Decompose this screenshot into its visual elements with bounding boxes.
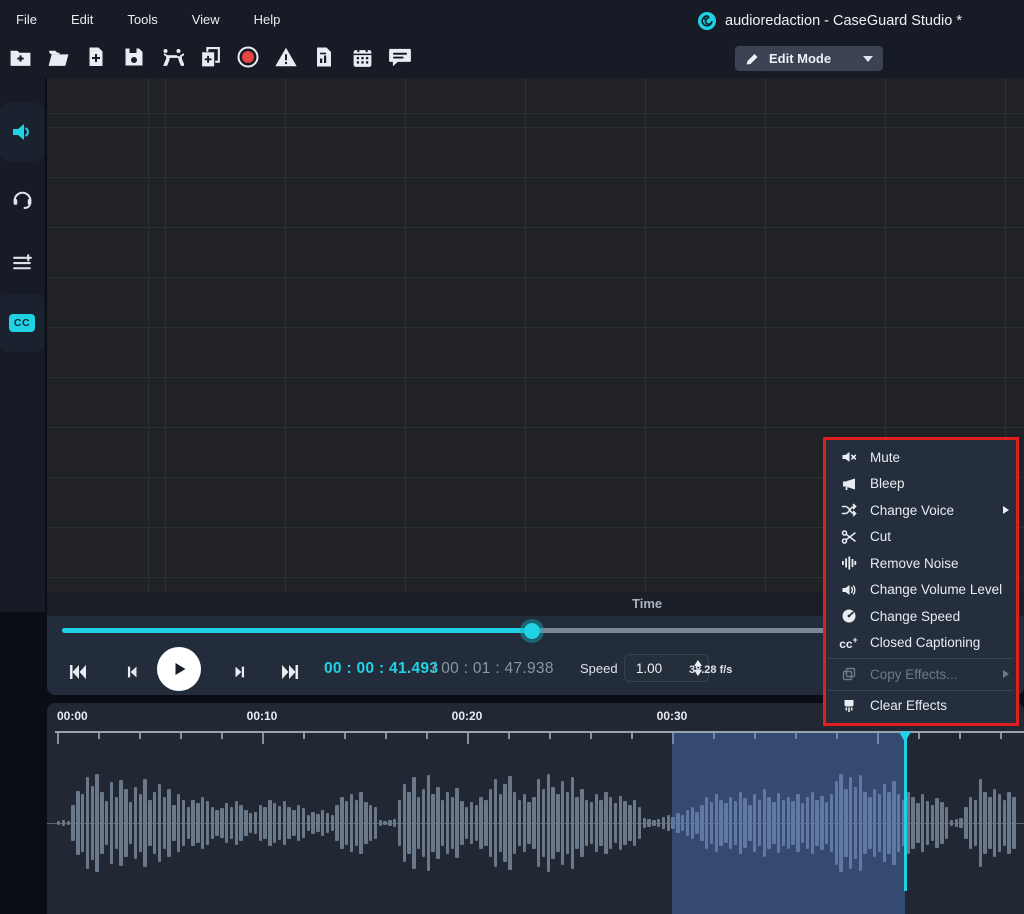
menu-item-label: Remove Noise [870, 556, 959, 571]
menu-item-label: Bleep [870, 476, 905, 491]
save-icon[interactable] [122, 44, 146, 70]
playhead-marker[interactable] [899, 732, 911, 742]
menu-item-label: Copy Effects... [870, 667, 958, 682]
headset-icon [11, 187, 34, 210]
warning-icon[interactable] [274, 44, 298, 70]
submenu-arrow-icon [1003, 506, 1009, 514]
brush-icon [840, 698, 857, 714]
sidebar-item-audio[interactable] [0, 103, 44, 161]
gauge-icon [840, 608, 857, 624]
ruler-label: 00:30 [657, 709, 688, 723]
timeline-selection [672, 733, 905, 914]
skip-start-button[interactable] [61, 652, 95, 692]
menu-item-closed-captioning[interactable]: cc+ Closed Captioning [826, 630, 1016, 657]
menu-tools[interactable]: Tools [127, 12, 157, 27]
change-voice-icon [840, 502, 857, 518]
report-icon[interactable] [312, 44, 336, 70]
edit-mode-dropdown[interactable]: Edit Mode [735, 46, 883, 71]
volume-icon [840, 582, 857, 598]
waveform-timeline[interactable]: 00:00 00:10 00:20 00:30 [47, 703, 1024, 914]
open-folder-icon[interactable] [46, 44, 70, 70]
menu-item-label: Change Voice [870, 503, 954, 518]
menubar: File Edit Tools View Help [16, 12, 280, 27]
remove-noise-icon [840, 555, 857, 571]
ruler-label: 00:20 [452, 709, 483, 723]
next-frame-button[interactable] [225, 652, 255, 692]
speed-label: Speed [580, 661, 618, 676]
menu-view[interactable]: View [192, 12, 220, 27]
seek-handle[interactable] [524, 623, 540, 639]
menu-item-label: Cut [870, 529, 891, 544]
framerate-label: 38.28 f/s [689, 664, 732, 676]
window-title-box: audioredaction - CaseGuard Studio * [697, 11, 962, 31]
import-copy-icon[interactable] [198, 44, 222, 70]
playlist-icon [11, 251, 34, 274]
prev-frame-button[interactable] [117, 652, 147, 692]
menu-item-change-speed[interactable]: Change Speed [826, 603, 1016, 630]
effects-context-menu: Mute Bleep Change Voice Cut Remove Noise… [823, 437, 1019, 726]
sidebar-item-listen[interactable] [0, 178, 44, 218]
sidebar-item-captions[interactable]: CC [0, 294, 44, 352]
ruler-label: 00:10 [247, 709, 278, 723]
cc-plus-icon: cc+ [840, 636, 857, 650]
collaborate-icon[interactable] [160, 44, 184, 70]
seek-progress [62, 628, 532, 633]
menu-item-label: Change Volume Level [870, 582, 1002, 597]
time-axis-label: Time [632, 596, 662, 611]
bleep-icon [840, 476, 857, 492]
menu-item-mute[interactable]: Mute [826, 444, 1016, 471]
top-bar: File Edit Tools View Help audioredaction… [0, 0, 1024, 78]
sidebar-item-effects-list[interactable] [0, 242, 44, 282]
ruler-label: 00:00 [57, 709, 88, 723]
mute-icon [840, 449, 857, 465]
current-time: 00 : 00 : 41.493 [324, 660, 438, 678]
left-sidebar: CC [0, 78, 45, 612]
cut-icon [840, 529, 857, 545]
menu-item-label: Mute [870, 450, 900, 465]
calendar-icon[interactable] [350, 44, 374, 70]
play-icon [157, 647, 201, 691]
total-time: / 00 : 01 : 47.938 [432, 660, 554, 678]
chevron-down-icon [863, 56, 873, 62]
menu-item-label: Clear Effects [870, 698, 947, 713]
skip-end-button[interactable] [273, 652, 307, 692]
menu-item-remove-noise[interactable]: Remove Noise [826, 550, 1016, 577]
menu-separator [828, 658, 1014, 659]
menu-item-bleep[interactable]: Bleep [826, 471, 1016, 498]
menu-file[interactable]: File [16, 12, 37, 27]
menu-help[interactable]: Help [254, 12, 281, 27]
menu-edit[interactable]: Edit [71, 12, 93, 27]
window-title: audioredaction - CaseGuard Studio * [725, 13, 962, 29]
add-folder-icon[interactable] [8, 44, 32, 70]
edit-mode-label: Edit Mode [769, 51, 831, 66]
caseguard-logo-icon [697, 11, 717, 31]
play-button[interactable] [157, 649, 201, 689]
speaker-icon [11, 121, 33, 143]
cc-icon: CC [9, 314, 35, 332]
menu-item-change-volume[interactable]: Change Volume Level [826, 577, 1016, 604]
menu-item-change-voice[interactable]: Change Voice [826, 497, 1016, 524]
menu-item-cut[interactable]: Cut [826, 524, 1016, 551]
menu-item-label: Closed Captioning [870, 635, 980, 650]
menu-item-copy-effects[interactable]: Copy Effects... [826, 661, 1016, 688]
copy-icon [840, 666, 857, 682]
menu-item-clear-effects[interactable]: Clear Effects [826, 693, 1016, 720]
toolbar [8, 44, 412, 70]
playhead-line[interactable] [904, 731, 907, 891]
menu-separator [828, 690, 1014, 691]
comments-icon[interactable] [388, 44, 412, 70]
add-file-icon[interactable] [84, 44, 108, 70]
speed-input[interactable] [625, 655, 673, 681]
record-icon[interactable] [236, 44, 260, 70]
pencil-icon [745, 52, 759, 66]
menu-item-label: Change Speed [870, 609, 960, 624]
submenu-arrow-icon [1003, 670, 1009, 678]
